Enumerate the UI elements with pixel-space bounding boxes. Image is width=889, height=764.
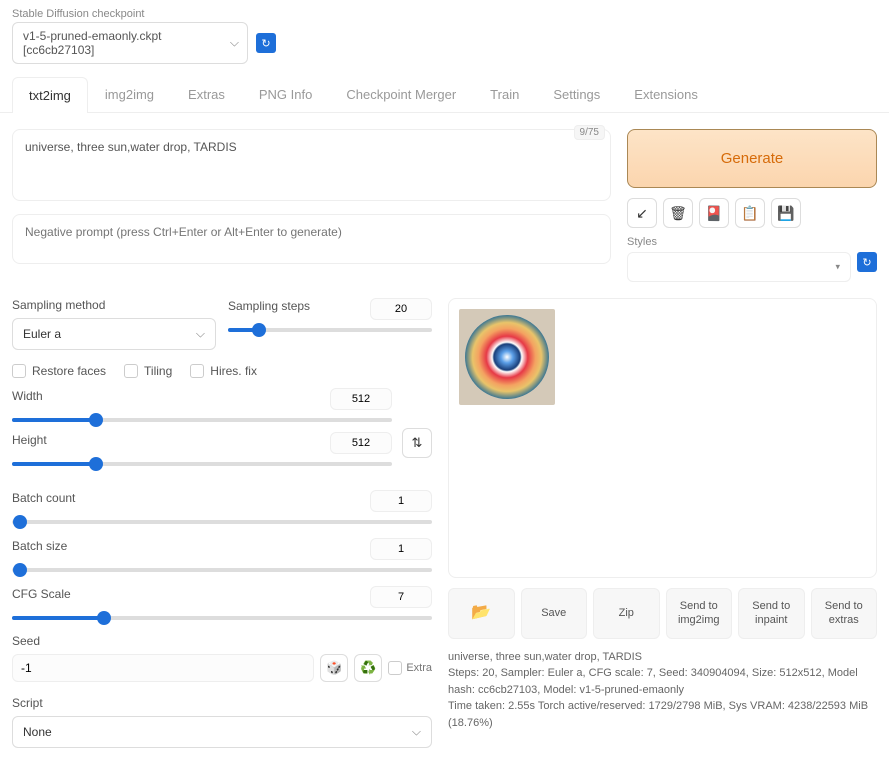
arrow-icon: ↙ bbox=[636, 205, 648, 222]
width-slider[interactable] bbox=[12, 418, 392, 422]
chevron-down-icon: ⌵ bbox=[230, 36, 239, 51]
tab-img2img[interactable]: img2img bbox=[88, 76, 171, 112]
checkpoint-refresh-button[interactable]: ↻ bbox=[256, 33, 276, 53]
tiling-check[interactable]: Tiling bbox=[124, 364, 172, 378]
open-folder-button[interactable]: 📂 bbox=[448, 588, 515, 639]
output-image[interactable] bbox=[459, 309, 555, 405]
dice-icon: 🎲 bbox=[326, 660, 342, 676]
refresh-icon: ↻ bbox=[862, 256, 871, 269]
card-button[interactable]: 🎴 bbox=[699, 198, 729, 228]
checkpoint-label: Stable Diffusion checkpoint bbox=[12, 8, 877, 20]
arrow-button[interactable]: ↙ bbox=[627, 198, 657, 228]
save-button[interactable]: Save bbox=[521, 588, 588, 639]
chevron-down-icon: ▾ bbox=[835, 262, 840, 273]
chevron-down-icon: ⌵ bbox=[412, 725, 421, 740]
cfg-slider[interactable] bbox=[12, 616, 432, 620]
restore-faces-check[interactable]: Restore faces bbox=[12, 364, 106, 378]
seed-label: Seed bbox=[12, 634, 432, 648]
swap-wh-button[interactable]: ⇅ bbox=[402, 428, 432, 458]
folder-icon: 📂 bbox=[471, 603, 491, 624]
seed-dice-button[interactable]: 🎲 bbox=[320, 654, 348, 682]
width-input[interactable] bbox=[330, 388, 392, 410]
generation-meta: universe, three sun,water drop, TARDIS S… bbox=[448, 649, 877, 732]
chevron-down-icon: ⌵ bbox=[196, 327, 205, 342]
tab-png-info[interactable]: PNG Info bbox=[242, 76, 329, 112]
card-icon: 🎴 bbox=[705, 205, 722, 222]
meta-params: Steps: 20, Sampler: Euler a, CFG scale: … bbox=[448, 665, 877, 698]
seed-input[interactable] bbox=[12, 654, 314, 682]
generate-button[interactable]: Generate bbox=[627, 129, 877, 188]
batch-size-slider[interactable] bbox=[12, 568, 432, 572]
generated-image-thumb bbox=[465, 315, 549, 399]
prompt-input[interactable]: universe, three sun,water drop, TARDIS bbox=[12, 129, 611, 201]
styles-label: Styles bbox=[627, 236, 877, 248]
hires-fix-check[interactable]: Hires. fix bbox=[190, 364, 257, 378]
send-img2img-button[interactable]: Send to img2img bbox=[666, 588, 733, 639]
recycle-icon: ♻️ bbox=[360, 660, 376, 676]
height-label: Height bbox=[12, 433, 47, 447]
trash-icon: 🗑 bbox=[669, 205, 687, 222]
sampling-method-select[interactable]: Euler a ⌵ bbox=[12, 318, 216, 350]
zip-button[interactable]: Zip bbox=[593, 588, 660, 639]
meta-prompt: universe, three sun,water drop, TARDIS bbox=[448, 649, 877, 666]
sampling-steps-input[interactable] bbox=[370, 298, 432, 320]
height-input[interactable] bbox=[330, 432, 392, 454]
token-counter: 9/75 bbox=[574, 125, 605, 140]
save-icon: 💾 bbox=[777, 205, 794, 222]
batch-count-label: Batch count bbox=[12, 491, 75, 505]
sampling-steps-label: Sampling steps bbox=[228, 299, 310, 313]
checkpoint-value: v1-5-pruned-emaonly.ckpt [cc6cb27103] bbox=[23, 29, 162, 57]
batch-count-slider[interactable] bbox=[12, 520, 432, 524]
send-extras-button[interactable]: Send to extras bbox=[811, 588, 878, 639]
tab-extras[interactable]: Extras bbox=[171, 76, 242, 112]
clipboard-icon: 📋 bbox=[741, 205, 758, 222]
sampling-method-value: Euler a bbox=[23, 327, 61, 341]
batch-size-input[interactable] bbox=[370, 538, 432, 560]
cfg-input[interactable] bbox=[370, 586, 432, 608]
negative-prompt-input[interactable] bbox=[12, 214, 611, 264]
script-select[interactable]: None ⌵ bbox=[12, 716, 432, 748]
main-tabs: txt2imgimg2imgExtrasPNG InfoCheckpoint M… bbox=[0, 76, 889, 113]
swap-icon: ⇅ bbox=[412, 435, 423, 451]
clipboard-button[interactable]: 📋 bbox=[735, 198, 765, 228]
sampling-method-label: Sampling method bbox=[12, 298, 216, 312]
tab-txt2img[interactable]: txt2img bbox=[12, 77, 88, 113]
save-icon-button[interactable]: 💾 bbox=[771, 198, 801, 228]
styles-select[interactable]: ▾ bbox=[627, 252, 851, 282]
tab-extensions[interactable]: Extensions bbox=[617, 76, 715, 112]
script-label: Script bbox=[12, 696, 432, 710]
batch-size-label: Batch size bbox=[12, 539, 67, 553]
refresh-icon: ↻ bbox=[261, 37, 270, 50]
tab-checkpoint-merger[interactable]: Checkpoint Merger bbox=[329, 76, 473, 112]
tab-settings[interactable]: Settings bbox=[536, 76, 617, 112]
meta-time: Time taken: 2.55s Torch active/reserved:… bbox=[448, 698, 877, 731]
width-label: Width bbox=[12, 389, 43, 403]
output-panel bbox=[448, 298, 877, 578]
cfg-label: CFG Scale bbox=[12, 587, 71, 601]
batch-count-input[interactable] bbox=[370, 490, 432, 512]
send-inpaint-button[interactable]: Send to inpaint bbox=[738, 588, 805, 639]
sampling-steps-slider[interactable] bbox=[228, 328, 432, 332]
height-slider[interactable] bbox=[12, 462, 392, 466]
styles-refresh-button[interactable]: ↻ bbox=[857, 252, 877, 272]
tab-train[interactable]: Train bbox=[473, 76, 536, 112]
checkpoint-select[interactable]: v1-5-pruned-emaonly.ckpt [cc6cb27103] ⌵ bbox=[12, 22, 248, 64]
script-value: None bbox=[23, 725, 52, 739]
seed-extra-check[interactable]: Extra bbox=[388, 661, 432, 675]
trash-button[interactable]: 🗑 bbox=[663, 198, 693, 228]
seed-recycle-button[interactable]: ♻️ bbox=[354, 654, 382, 682]
